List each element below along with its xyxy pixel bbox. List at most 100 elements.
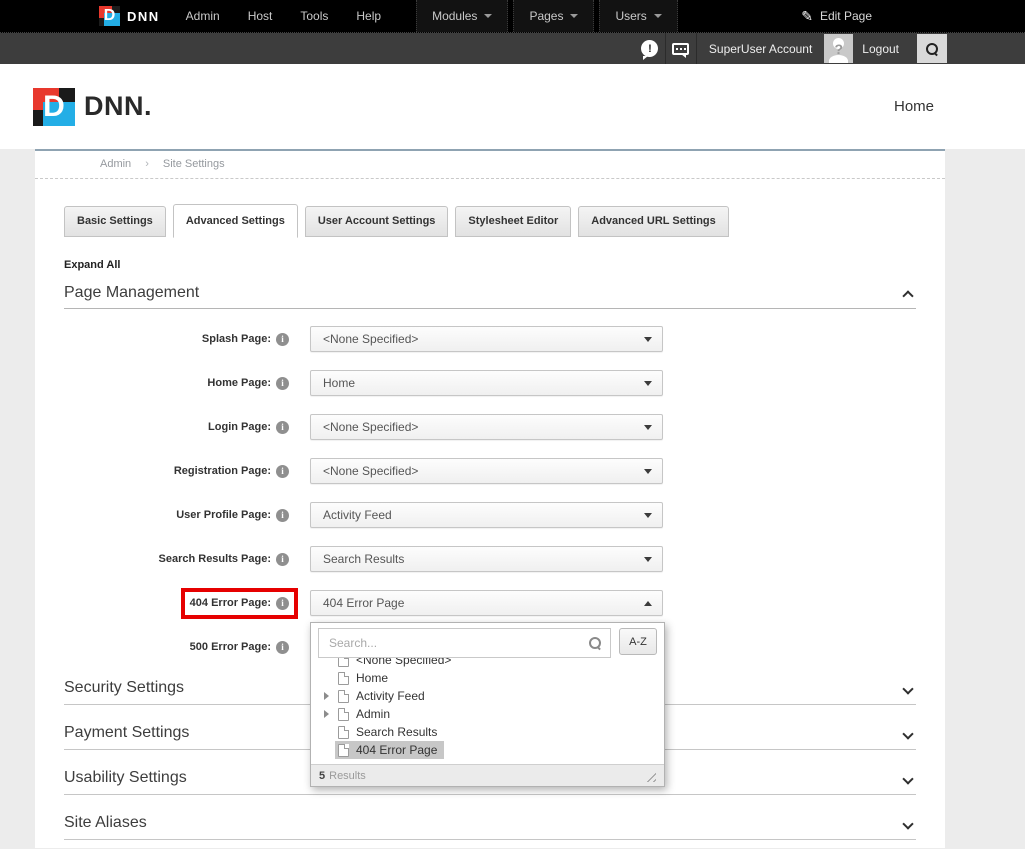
registration-page-combobox[interactable]: <None Specified> [310, 458, 663, 484]
menu-item-help[interactable]: Help [342, 9, 395, 23]
breadcrumb-separator: › [145, 158, 149, 170]
page-icon [338, 672, 349, 685]
site-aliases-header[interactable]: Site Aliases [64, 814, 916, 840]
menu-item-host[interactable]: Host [234, 9, 287, 23]
nav-link-home[interactable]: Home [894, 98, 934, 115]
menu-item-tools[interactable]: Tools [286, 9, 342, 23]
tab-stylesheet-editor[interactable]: Stylesheet Editor [455, 206, 571, 237]
notifications-button[interactable]: ! [635, 33, 665, 64]
info-icon[interactable] [276, 597, 289, 610]
section-title: Usability Settings [64, 769, 187, 787]
search-results-page-combobox[interactable]: Search Results [310, 546, 663, 572]
section-title: Page Management [64, 284, 199, 302]
brand-wordmark: DNN. [84, 91, 152, 122]
info-icon[interactable] [276, 641, 289, 654]
messages-button[interactable] [666, 33, 696, 64]
alert-icon: ! [641, 40, 658, 57]
tab-basic-settings[interactable]: Basic Settings [64, 206, 166, 237]
field-label: Home Page: [207, 377, 271, 389]
field-label: 404 Error Page: [190, 597, 271, 609]
tree-item-admin[interactable]: Admin [318, 705, 660, 723]
field-row-search-results-page: Search Results Page: Search Results [64, 546, 916, 572]
combobox-value: Search Results [323, 552, 644, 566]
info-icon[interactable] [276, 421, 289, 434]
chevron-down-icon [644, 381, 652, 386]
field-label: Splash Page: [202, 333, 271, 345]
tree-item-404-error-page[interactable]: 404 Error Page [318, 741, 660, 759]
pencil-icon: ✎ [801, 8, 813, 25]
expand-arrow-icon[interactable] [324, 692, 329, 700]
search-button[interactable] [917, 34, 947, 63]
page-tree: <None Specified> Home [311, 651, 664, 764]
user-profile-page-combobox[interactable]: Activity Feed [310, 502, 663, 528]
dnn-mini-logo[interactable]: D DNN [99, 0, 160, 32]
tab-advanced-url-settings[interactable]: Advanced URL Settings [578, 206, 729, 237]
tree-item-label: Activity Feed [356, 689, 425, 703]
splash-page-combobox[interactable]: <None Specified> [310, 326, 663, 352]
field-row-home-page: Home Page: Home [64, 370, 916, 396]
page-icon [338, 690, 349, 703]
selected-tree-item: 404 Error Page [335, 741, 444, 759]
page-management-header[interactable]: Page Management [64, 284, 916, 309]
tree-item-activity-feed[interactable]: Activity Feed [318, 687, 660, 705]
chevron-down-icon [902, 683, 913, 694]
chevron-down-icon [644, 557, 652, 562]
info-icon[interactable] [276, 465, 289, 478]
info-icon[interactable] [276, 509, 289, 522]
breadcrumb-admin[interactable]: Admin [100, 158, 131, 170]
dropdown-users-label: Users [615, 9, 646, 23]
combobox-value: Home [323, 376, 644, 390]
expand-all-link[interactable]: Expand All [64, 259, 945, 271]
menu-item-admin[interactable]: Admin [172, 9, 234, 23]
page-management-fields: Splash Page: <None Specified> Home Page:… [64, 309, 916, 660]
chevron-down-icon [902, 728, 913, 739]
chevron-up-icon [644, 601, 652, 606]
info-icon[interactable] [276, 553, 289, 566]
tab-user-account-settings[interactable]: User Account Settings [305, 206, 449, 237]
page-search-input[interactable] [318, 628, 611, 658]
field-row-registration-page: Registration Page: <None Specified> [64, 458, 916, 484]
field-label: Registration Page: [174, 465, 271, 477]
chevron-down-icon [902, 773, 913, 784]
dropdown-pages-label: Pages [529, 9, 563, 23]
search-icon [588, 636, 602, 650]
chevron-down-icon [644, 513, 652, 518]
tree-item-search-results[interactable]: Search Results [318, 723, 660, 741]
login-page-combobox[interactable]: <None Specified> [310, 414, 663, 440]
section-title: Site Aliases [64, 814, 147, 832]
tree-item-home[interactable]: Home [318, 669, 660, 687]
tree-item-label: Home [356, 671, 388, 685]
page-picker-search-row: A-Z [311, 623, 664, 658]
annotation-highlight-box: 404 Error Page: [181, 588, 298, 619]
control-bar-menu: Admin Host Tools Help [172, 0, 395, 32]
tab-advanced-settings[interactable]: Advanced Settings [173, 204, 298, 238]
avatar[interactable]: ? [824, 34, 853, 63]
home-page-combobox[interactable]: Home [310, 370, 663, 396]
logout-link[interactable]: Logout [862, 42, 899, 56]
combobox-value: <None Specified> [323, 420, 644, 434]
dropdown-modules[interactable]: Modules [416, 0, 508, 32]
edit-page-button[interactable]: ✎ Edit Page [801, 0, 872, 32]
combobox-value: <None Specified> [323, 464, 644, 478]
info-icon[interactable] [276, 377, 289, 390]
info-icon[interactable] [276, 333, 289, 346]
page-picker-footer: 5 Results [311, 764, 664, 786]
dropdown-pages[interactable]: Pages [513, 0, 594, 32]
section-title: Payment Settings [64, 724, 189, 742]
sort-az-button[interactable]: A-Z [619, 628, 657, 655]
superuser-account-link[interactable]: SuperUser Account [709, 42, 812, 56]
combobox-value: 404 Error Page [323, 596, 644, 610]
page-icon [338, 744, 349, 757]
dropdown-users[interactable]: Users [599, 0, 677, 32]
tree-item-label: Admin [356, 707, 390, 721]
chevron-down-icon [644, 425, 652, 430]
error-404-page-combobox[interactable]: 404 Error Page [310, 590, 663, 616]
tree-item-label: 404 Error Page [356, 743, 437, 757]
expand-arrow-icon[interactable] [324, 710, 329, 718]
breadcrumb-site-settings: Site Settings [163, 158, 225, 170]
site-settings-module: Admin › Site Settings Basic Settings Adv… [35, 149, 945, 848]
field-label: Search Results Page: [159, 553, 272, 565]
resize-handle[interactable] [643, 769, 656, 782]
dnn-logo[interactable]: D DNN. [33, 88, 152, 126]
page-icon [338, 726, 349, 739]
